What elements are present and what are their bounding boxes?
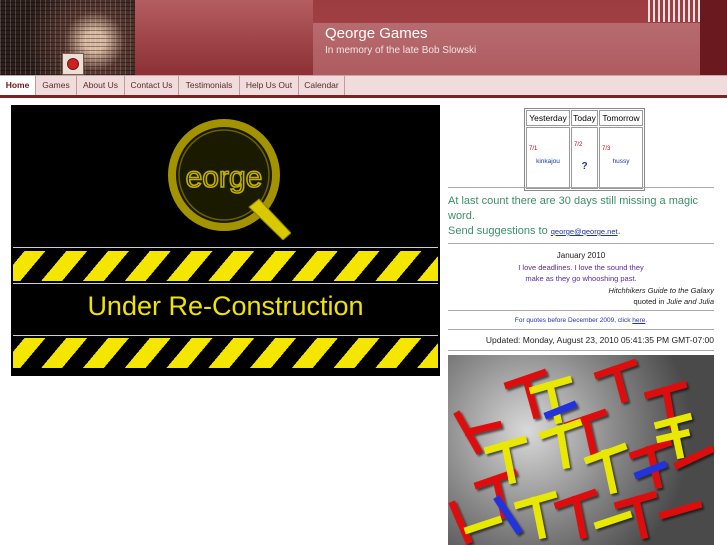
cal-word: ? (581, 161, 588, 172)
quote-attribution: quoted in Julie and Julia (448, 296, 715, 308)
under-construction-text: Under Re-Construction (87, 291, 364, 321)
twist-letters-graphic (448, 358, 714, 545)
quoted-prefix: quoted in (633, 297, 665, 306)
divider (448, 310, 714, 311)
quote-line: I love deadlines. I love the sound they (518, 262, 644, 272)
cal-cell-tomorrow[interactable]: 7/3 hussy (599, 127, 643, 189)
cal-date: 7/3 (602, 146, 611, 152)
updated-timestamp: Updated: Monday, August 23, 2010 05:41:3… (485, 335, 714, 345)
banner-divider (13, 335, 438, 336)
quote-date: January 2010 (556, 251, 606, 260)
nav-underline (0, 95, 727, 98)
quote-block: January 2010 I love deadlines. I love th… (448, 250, 714, 308)
logo-text: eorge (186, 161, 263, 194)
cal-cell-today[interactable]: 7/2 ? (571, 127, 598, 189)
divider (448, 350, 714, 351)
missing-words-text: At last count there are 30 days still mi… (448, 195, 699, 222)
suggest-line: Send suggestions to qeorge@qeorge.net. (448, 225, 621, 237)
divider (448, 329, 714, 330)
quote-source: Hitchhikers Guide to the Galaxy (608, 285, 714, 295)
suggest-end: . (617, 225, 621, 237)
banner-divider (13, 283, 438, 284)
twist-game-image[interactable] (448, 355, 714, 545)
nav-contact-us[interactable]: Contact Us (125, 76, 179, 95)
older-quotes-line: For quotes before December 2009, click h… (514, 317, 648, 324)
suggest-email-link[interactable]: qeorge@qeorge.net (551, 227, 618, 236)
qeorge-logo-icon: eorge (168, 119, 291, 240)
cal-word: hussy (612, 158, 630, 165)
cal-word: kinkajou (536, 158, 560, 165)
divider (448, 187, 714, 188)
hazard-stripe-top (13, 251, 438, 281)
cal-date: 7/2 (574, 142, 583, 148)
magic-word-calendar: Yesterday Today Tomorrow 7/1 kinkajou 7/… (524, 108, 645, 191)
cal-header-tomorrow: Tomorrow (599, 110, 643, 126)
quoted-work: Julie and Julia (666, 297, 714, 306)
nav-help-us-out[interactable]: Help Us Out (240, 76, 299, 95)
site-subtitle: In memory of the late Bob Slowski (325, 45, 477, 56)
cal-cell-yesterday[interactable]: 7/1 kinkajou (526, 127, 570, 189)
site-title: Qeorge Games (325, 25, 428, 42)
divider (448, 243, 714, 244)
nav-calendar[interactable]: Calendar (299, 76, 345, 95)
nav-home[interactable]: Home (0, 76, 36, 95)
quote-line: make as they go whooshing past. (525, 274, 637, 283)
cal-date: 7/1 (529, 146, 538, 152)
nav-games[interactable]: Games (36, 76, 77, 95)
nav-about-us[interactable]: About Us (77, 76, 125, 95)
nav-testimonials[interactable]: Testimonials (179, 76, 240, 95)
header-panel (135, 0, 313, 75)
older-quotes-link[interactable]: here (632, 317, 645, 324)
under-construction-banner: eorge Under Re-Construction (11, 105, 440, 376)
banner-divider (13, 247, 438, 248)
header-end-panel (700, 0, 727, 75)
cal-header-yesterday: Yesterday (526, 110, 570, 126)
hazard-stripe-bottom (13, 338, 438, 368)
cal-header-today: Today (571, 110, 598, 126)
chip-icon (62, 53, 84, 75)
site-header: Qeorge Games In memory of the late Bob S… (0, 0, 727, 75)
suggest-text: Send suggestions to (448, 225, 548, 237)
older-quotes-text: For quotes before December 2009, click (514, 317, 631, 324)
main-nav: Home Games About Us Contact Us Testimoni… (0, 75, 727, 96)
header-bars-decoration (648, 0, 700, 22)
